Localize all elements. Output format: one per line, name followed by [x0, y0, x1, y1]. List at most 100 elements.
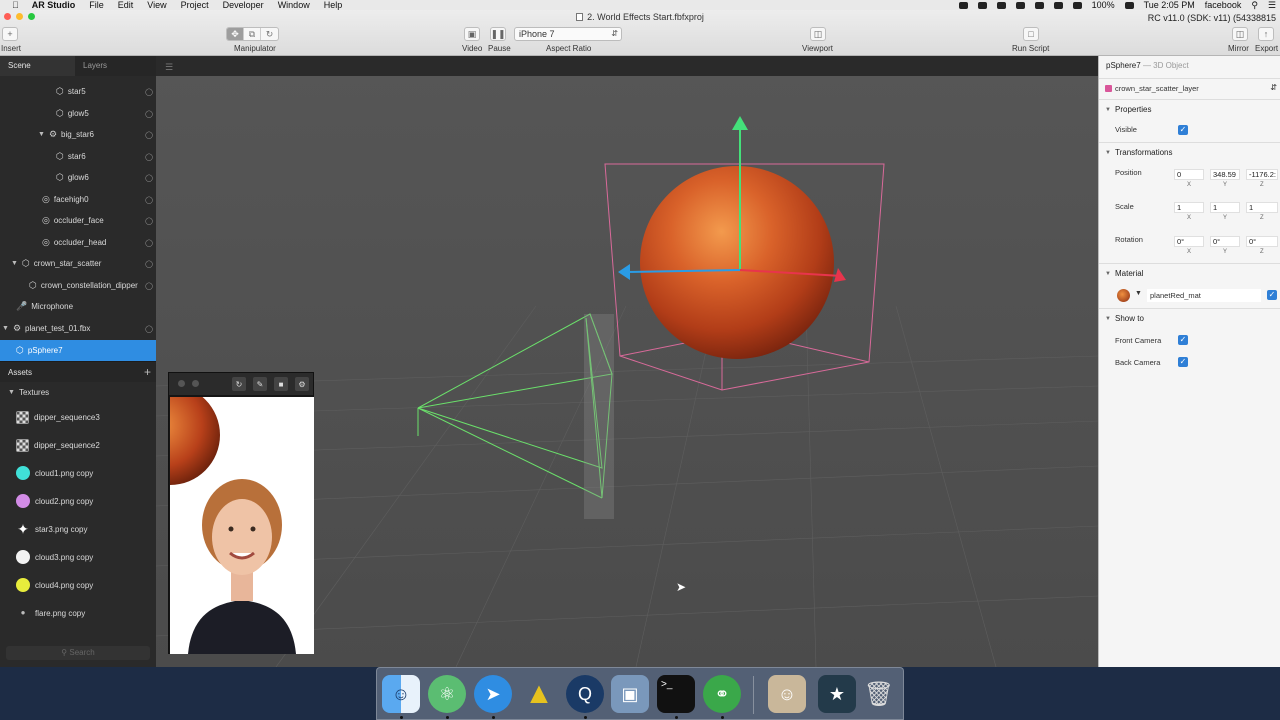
menu-edit[interactable]: Edit	[111, 0, 141, 10]
visibility-icon[interactable]: ◯	[145, 174, 153, 182]
edit-preview-icon[interactable]: ✎	[253, 377, 267, 391]
mirror-button[interactable]: ◫	[1232, 27, 1248, 41]
asset-flare[interactable]: ● flare.png copy	[0, 599, 156, 627]
pause-button[interactable]: ❚❚	[490, 27, 506, 41]
visibility-icon[interactable]: ◯	[145, 153, 153, 161]
scale-z-field[interactable]: 1	[1246, 202, 1278, 213]
asset-dipper-sequence3[interactable]: dipper_sequence3	[0, 403, 156, 431]
tab-layers[interactable]: Layers	[75, 56, 150, 76]
refresh-preview-icon[interactable]: ↻	[232, 377, 246, 391]
visibility-icon[interactable]: ◯	[145, 88, 153, 96]
scene-item-glow5[interactable]: ⬡ glow5 ◯	[0, 103, 156, 124]
battery-percent[interactable]: 100%	[1092, 0, 1115, 10]
location-icon[interactable]	[958, 1, 968, 9]
app-menu[interactable]: AR Studio	[25, 0, 83, 10]
asset-cloud2[interactable]: cloud2.png copy	[0, 487, 156, 515]
quicktime-icon[interactable]: Q	[566, 675, 604, 713]
scale-x-field[interactable]: 1	[1174, 202, 1204, 213]
add-asset-button[interactable]: +	[144, 365, 151, 379]
scene-item-facehigh0[interactable]: ◎ facehigh0 ◯	[0, 189, 156, 210]
image-icon[interactable]: ★	[818, 675, 856, 713]
gizmo-x-axis[interactable]	[739, 269, 843, 277]
export-button[interactable]: ↑	[1258, 27, 1274, 41]
viewport-button[interactable]: ◫	[810, 27, 826, 41]
asset-dipper-sequence2[interactable]: dipper_sequence2	[0, 431, 156, 459]
safari-icon[interactable]: ➤	[474, 675, 512, 713]
asset-cloud4[interactable]: cloud4.png copy	[0, 571, 156, 599]
finder-icon[interactable]: ☺	[382, 675, 420, 713]
clock[interactable]: Tue 2:05 PM	[1144, 0, 1195, 10]
textures-group[interactable]: ▼ Textures	[0, 382, 156, 403]
video-button[interactable]: ▣	[464, 27, 480, 41]
disclosure-triangle-icon[interactable]: ▼	[2, 325, 9, 332]
visibility-icon[interactable]: ◯	[145, 239, 153, 247]
rotation-x-field[interactable]: 0°	[1174, 236, 1204, 247]
box-icon[interactable]	[996, 1, 1006, 9]
visibility-icon[interactable]: ◯	[145, 110, 153, 118]
scene-item-big-star6[interactable]: ▼ ⚙ big_star6 ◯	[0, 124, 156, 145]
material-dropdown-icon[interactable]: ▼	[1135, 290, 1142, 297]
disclosure-triangle-icon[interactable]: ▼	[11, 260, 18, 267]
rotate-tool-icon[interactable]: ↻	[261, 28, 278, 40]
lock-icon[interactable]	[1015, 1, 1025, 9]
volume-icon[interactable]	[1072, 1, 1082, 9]
show-to-section[interactable]: ▼ Show to	[1099, 308, 1280, 328]
atom-icon[interactable]: ⚛	[428, 675, 466, 713]
asset-search-input[interactable]: ⚲ Search	[6, 646, 150, 660]
scale-y-field[interactable]: 1	[1210, 202, 1240, 213]
menu-project[interactable]: Project	[174, 0, 216, 10]
messenger-icon[interactable]	[977, 1, 987, 9]
rotation-y-field[interactable]: 0°	[1210, 236, 1240, 247]
scene-item-star6[interactable]: ⬡ star6 ◯	[0, 146, 156, 167]
material-thumbnail[interactable]	[1117, 289, 1130, 302]
menu-help[interactable]: Help	[317, 0, 350, 10]
trash-icon[interactable]: 🗑	[860, 675, 898, 713]
scene-item-planet-test[interactable]: ▼ ⚙ planet_test_01.fbx ◯	[0, 318, 156, 339]
notification-center-icon[interactable]: ☰	[1268, 0, 1276, 11]
rotation-z-field[interactable]: 0°	[1246, 236, 1278, 247]
menu-file[interactable]: File	[82, 0, 111, 10]
scene-item-crown-star-scatter[interactable]: ▼ ⬡ crown_star_scatter ◯	[0, 253, 156, 274]
menu-window[interactable]: Window	[271, 0, 317, 10]
user-name[interactable]: facebook	[1205, 0, 1242, 10]
disclosure-triangle-icon[interactable]: ▼	[8, 389, 15, 396]
move-tool-icon[interactable]: ✥	[227, 28, 244, 40]
scale-tool-icon[interactable]: ⧉	[244, 28, 261, 40]
asset-cloud1[interactable]: cloud1.png copy	[0, 459, 156, 487]
back-camera-checkbox[interactable]: ✓	[1178, 357, 1188, 367]
gizmo-z-arrow-icon[interactable]	[618, 264, 630, 280]
front-camera-checkbox[interactable]: ✓	[1178, 335, 1188, 345]
transformations-section[interactable]: ▼ Transformations	[1099, 142, 1280, 162]
material-name-field[interactable]: planetRed_mat	[1147, 289, 1261, 302]
visibility-icon[interactable]: ◯	[145, 217, 153, 225]
menu-view[interactable]: View	[140, 0, 173, 10]
visibility-icon[interactable]: ◯	[145, 196, 153, 204]
layer-select[interactable]: crown_star_scatter_layer ⇵	[1099, 78, 1280, 98]
preview-icon[interactable]: ▣	[611, 675, 649, 713]
position-z-field[interactable]: -1176.2:	[1246, 169, 1278, 180]
properties-section[interactable]: ▼ Properties	[1099, 99, 1280, 119]
visibility-icon[interactable]: ◯	[145, 260, 153, 268]
scene-item-occluder-face[interactable]: ◎ occluder_face ◯	[0, 210, 156, 231]
visibility-icon[interactable]: ◯	[145, 131, 153, 139]
scene-item-microphone[interactable]: 🎤 Microphone	[0, 296, 156, 317]
disclosure-triangle-icon[interactable]: ▼	[38, 131, 45, 138]
wifi-icon[interactable]	[1053, 1, 1063, 9]
photo-icon[interactable]: ☺	[768, 675, 806, 713]
visible-checkbox[interactable]: ✓	[1178, 125, 1188, 135]
battery-icon[interactable]	[1124, 1, 1134, 9]
apple-menu-icon[interactable]: 	[0, 0, 25, 10]
material-section[interactable]: ▼ Material	[1099, 263, 1280, 283]
tab-scene[interactable]: Scene	[0, 56, 75, 76]
asset-star3[interactable]: ✦ star3.png copy	[0, 515, 156, 543]
extension-icon[interactable]	[1034, 1, 1044, 9]
terminal-icon[interactable]: >_	[657, 675, 695, 713]
close-preview-button[interactable]	[178, 380, 185, 387]
position-y-field[interactable]: 348.59	[1210, 169, 1240, 180]
device-select[interactable]: iPhone 7 ⇵	[514, 27, 622, 41]
asset-cloud3[interactable]: cloud3.png copy	[0, 543, 156, 571]
gizmo-y-arrow-icon[interactable]	[732, 116, 748, 130]
layout-preview-icon[interactable]: ■	[274, 377, 288, 391]
menu-developer[interactable]: Developer	[216, 0, 271, 10]
insert-button[interactable]: +	[2, 27, 18, 41]
